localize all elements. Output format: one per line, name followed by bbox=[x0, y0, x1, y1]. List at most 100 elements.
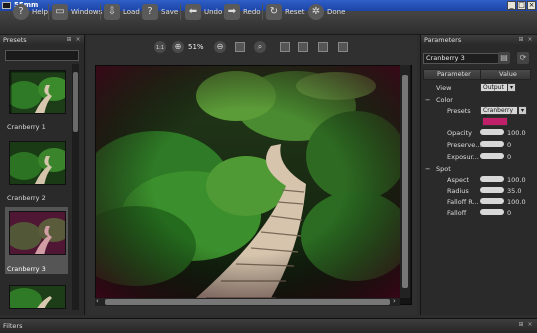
redo-button[interactable]: ➡ Redo bbox=[224, 2, 261, 22]
close-panel-icon[interactable]: × bbox=[75, 37, 81, 43]
col-value: Value bbox=[499, 70, 517, 78]
zoom-actual-button[interactable]: 1:1 bbox=[154, 41, 166, 53]
radius-value: 35.0 bbox=[507, 187, 522, 195]
done-icon: ✲ bbox=[308, 4, 324, 20]
close-button[interactable]: × bbox=[527, 1, 536, 10]
chevron-down-icon[interactable]: ▾ bbox=[518, 106, 527, 115]
preset-label-2: Cranberry 2 bbox=[7, 194, 46, 202]
zoom-level: 51% bbox=[188, 43, 204, 51]
aspect-value: 100.0 bbox=[507, 176, 526, 184]
help-button[interactable]: ? Help bbox=[13, 2, 48, 22]
toolbar-divider bbox=[262, 4, 263, 20]
opacity-label: Opacity bbox=[447, 129, 473, 137]
radius-slider[interactable] bbox=[480, 187, 504, 193]
preserve-label: Preserve... bbox=[447, 141, 482, 149]
preset-thumbnail-1[interactable] bbox=[9, 70, 66, 114]
save-button[interactable]: ? Save bbox=[142, 2, 178, 22]
scroll-right-icon[interactable]: › bbox=[393, 297, 396, 305]
spot-group-toggle[interactable]: − bbox=[425, 165, 430, 173]
pin-icon[interactable]: ⊞ bbox=[518, 322, 524, 328]
save-preset-icon[interactable]: ▤ bbox=[498, 52, 510, 64]
save-label: Save bbox=[161, 8, 179, 16]
falloff-value: 0 bbox=[507, 209, 512, 217]
preserve-value: 0 bbox=[507, 141, 512, 149]
chevron-down-icon[interactable]: ▾ bbox=[507, 83, 516, 92]
undo-icon: ⬅ bbox=[185, 4, 201, 20]
falloff-radius-label: Falloff R... bbox=[447, 198, 479, 206]
save-icon: ? bbox=[142, 4, 158, 20]
undo-button[interactable]: ⬅ Undo bbox=[185, 2, 222, 22]
redo-icon: ➡ bbox=[224, 4, 240, 20]
falloff-label: Falloff bbox=[447, 209, 467, 217]
aspect-label: Aspect bbox=[447, 176, 470, 184]
windows-button[interactable]: ▭ Windows bbox=[52, 2, 102, 22]
preset-thumbnail-2[interactable] bbox=[9, 141, 66, 185]
opacity-value: 100.0 bbox=[507, 129, 526, 137]
load-icon: ⇩ bbox=[104, 4, 120, 20]
minimize-button[interactable]: _ bbox=[507, 1, 516, 10]
reset-label: Reset bbox=[285, 8, 305, 16]
split-vertical-icon[interactable] bbox=[280, 42, 290, 52]
vertical-scroll-thumb[interactable] bbox=[402, 75, 408, 288]
spot-group-label: Spot bbox=[436, 165, 451, 173]
preset-name-field[interactable]: Cranberry 3 bbox=[423, 53, 506, 64]
col-divider bbox=[480, 70, 481, 79]
color-swatch[interactable] bbox=[482, 117, 508, 126]
help-icon: ? bbox=[13, 4, 29, 20]
exposure-label: Exposur... bbox=[447, 153, 479, 161]
aspect-slider[interactable] bbox=[480, 176, 504, 182]
done-button[interactable]: ✲ Done bbox=[308, 2, 345, 22]
preset-thumbnail-3[interactable] bbox=[9, 211, 66, 255]
forest-path-image bbox=[76, 66, 411, 299]
pin-icon[interactable]: ⊞ bbox=[518, 37, 524, 43]
col-parameter: Parameter bbox=[437, 70, 471, 78]
close-panel-icon[interactable]: × bbox=[527, 322, 533, 328]
redo-label: Redo bbox=[243, 8, 261, 16]
undo-label: Undo bbox=[204, 8, 223, 16]
zoom-in-icon[interactable]: ⊕ bbox=[172, 41, 184, 53]
filters-panel: Filters bbox=[0, 318, 537, 333]
falloff-radius-slider[interactable] bbox=[480, 198, 504, 204]
presets-scroll-thumb[interactable] bbox=[73, 72, 78, 132]
falloff-slider[interactable] bbox=[480, 209, 504, 215]
view-label: View bbox=[436, 84, 452, 92]
split-horizontal-icon[interactable] bbox=[298, 42, 308, 52]
toolbar-divider bbox=[48, 4, 49, 20]
scroll-left-icon[interactable]: ‹ bbox=[96, 297, 99, 305]
view-dropdown[interactable]: Output bbox=[480, 83, 508, 92]
filters-title: Filters bbox=[3, 322, 23, 330]
color-group-toggle[interactable]: − bbox=[425, 96, 430, 104]
opacity-slider[interactable] bbox=[480, 129, 504, 135]
after-view-icon[interactable] bbox=[338, 42, 348, 52]
exposure-value: 0 bbox=[507, 153, 512, 161]
zoom-actual-label: 1:1 bbox=[155, 45, 165, 51]
preset-label-3: Cranberry 3 bbox=[7, 265, 46, 273]
windows-icon: ▭ bbox=[52, 4, 68, 20]
toolbar-divider bbox=[180, 4, 181, 20]
presets-param-label: Presets bbox=[447, 107, 471, 115]
preserve-slider[interactable] bbox=[480, 141, 504, 147]
horizontal-scroll-thumb[interactable] bbox=[105, 299, 390, 305]
image-canvas[interactable] bbox=[76, 65, 412, 305]
load-button[interactable]: ⇩ Load bbox=[104, 2, 140, 22]
preset-search-input[interactable] bbox=[5, 50, 79, 61]
refresh-preset-icon[interactable]: ⟳ bbox=[517, 52, 529, 64]
before-view-icon[interactable] bbox=[318, 42, 328, 52]
color-presets-dropdown[interactable]: Cranberry 3 bbox=[480, 106, 518, 121]
maximize-button[interactable]: □ bbox=[517, 1, 526, 10]
toolbar-divider bbox=[100, 4, 101, 20]
color-group-label: Color bbox=[436, 96, 453, 104]
exposure-slider[interactable] bbox=[480, 153, 504, 159]
done-label: Done bbox=[327, 8, 346, 16]
reset-icon: ↻ bbox=[266, 4, 282, 20]
parameters-title: Parameters bbox=[424, 36, 462, 44]
fit-width-icon[interactable] bbox=[235, 42, 245, 52]
pin-icon[interactable]: ⊞ bbox=[66, 37, 72, 43]
zoom-fit-icon[interactable]: ⌕ bbox=[254, 41, 266, 53]
reset-button[interactable]: ↻ Reset bbox=[266, 2, 305, 22]
windows-label: Windows bbox=[71, 8, 103, 16]
close-panel-icon[interactable]: × bbox=[527, 37, 533, 43]
preset-thumbnail-4[interactable] bbox=[9, 285, 66, 309]
zoom-out-icon[interactable]: ⊖ bbox=[214, 41, 226, 53]
help-label: Help bbox=[32, 8, 48, 16]
